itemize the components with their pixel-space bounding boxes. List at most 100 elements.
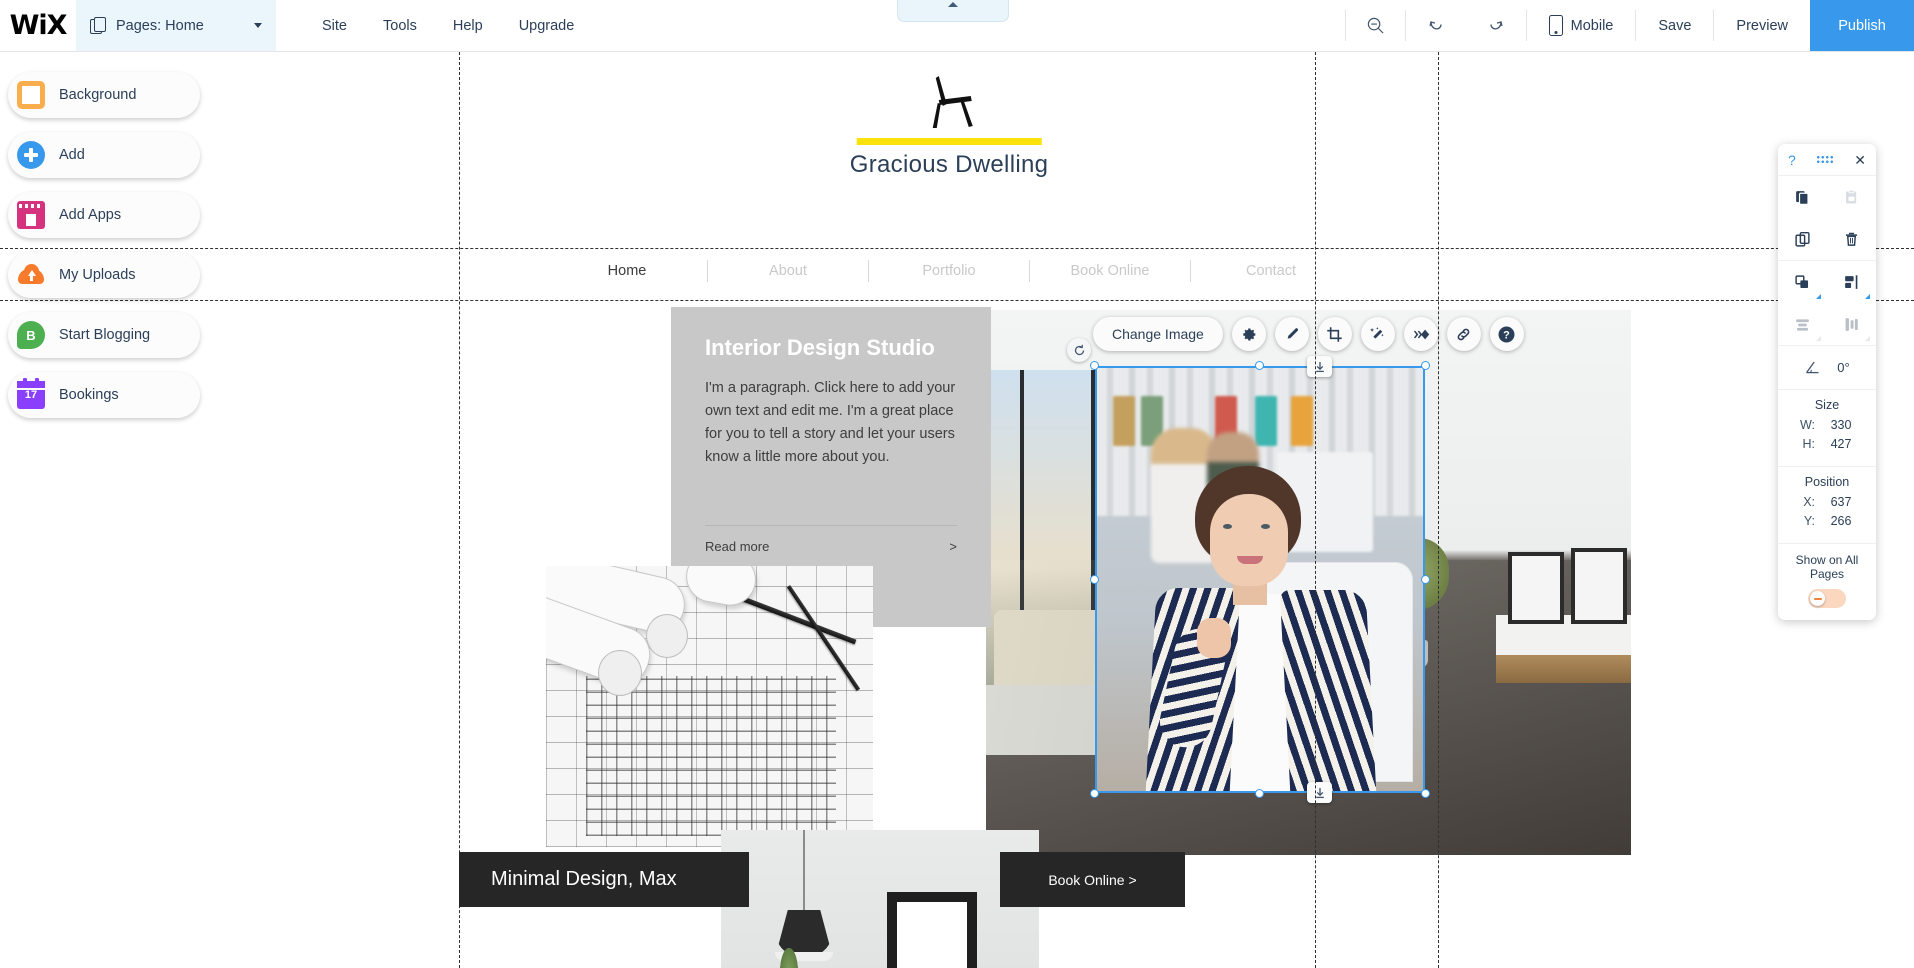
zoom-out-button[interactable]	[1346, 0, 1405, 51]
read-more-link[interactable]: Read more >	[705, 539, 957, 554]
show-on-all-pages-label: Show on All Pages	[1795, 553, 1859, 581]
height-value[interactable]: 427	[1821, 437, 1861, 451]
guide-right	[1438, 52, 1439, 968]
collapse-toolbar-tab[interactable]	[897, 0, 1009, 22]
delete-button[interactable]	[1827, 218, 1876, 260]
nav-link-home[interactable]: Home	[547, 263, 707, 279]
sidebar-item-add[interactable]: Add	[8, 132, 200, 178]
image-link-button[interactable]	[1446, 317, 1481, 351]
panel-help-icon[interactable]: ?	[1788, 152, 1796, 168]
y-value[interactable]: 266	[1821, 514, 1861, 528]
nav-link-contact[interactable]: Contact	[1191, 263, 1351, 279]
blueprint-plan-detail	[586, 676, 836, 836]
nav-link-portfolio[interactable]: Portfolio	[869, 263, 1029, 279]
lamp-cord-detail	[803, 830, 805, 912]
show-on-all-pages-section: Show on All Pages	[1778, 543, 1876, 620]
resize-handle-s[interactable]	[1255, 789, 1264, 798]
image-effects-button[interactable]	[1360, 317, 1395, 351]
distribute-vertical-button[interactable]	[1827, 303, 1876, 345]
x-value[interactable]: 637	[1821, 495, 1861, 509]
stretch-handle-top[interactable]	[1307, 356, 1332, 377]
interior-frame-image[interactable]	[721, 830, 1039, 968]
preview-button[interactable]: Preview	[1714, 0, 1810, 51]
link-icon	[1457, 328, 1470, 340]
arrange-button[interactable]	[1778, 261, 1827, 303]
book-online-button[interactable]: Book Online >	[1000, 852, 1185, 907]
redo-button[interactable]	[1466, 0, 1526, 51]
duplicate-button[interactable]	[1778, 218, 1827, 260]
show-on-all-pages-toggle[interactable]	[1808, 589, 1846, 608]
blueprint-image[interactable]	[546, 566, 873, 847]
resize-handle-w[interactable]	[1090, 575, 1099, 584]
resize-handle-se[interactable]	[1421, 789, 1430, 798]
publish-button[interactable]: Publish	[1810, 0, 1914, 51]
undo-button[interactable]	[1406, 0, 1466, 51]
resize-handle-nw[interactable]	[1090, 361, 1099, 370]
image-settings-button[interactable]	[1231, 317, 1266, 351]
editor-canvas[interactable]: Gracious Dwelling Home About Portfolio B…	[0, 52, 1914, 968]
resize-handle-n[interactable]	[1255, 361, 1264, 370]
headline-banner[interactable]: Minimal Design, Max	[459, 852, 749, 907]
image-help-button[interactable]: ?	[1489, 317, 1524, 351]
submenu-indicator-icon	[1865, 336, 1870, 341]
width-value[interactable]: 330	[1821, 418, 1861, 432]
sidebar-item-add-apps[interactable]: Add Apps	[8, 192, 200, 238]
rotation-control[interactable]: 0°	[1778, 345, 1876, 389]
resize-handle-e[interactable]	[1421, 575, 1430, 584]
arrange-layers-icon	[1795, 274, 1809, 288]
resize-handle-ne[interactable]	[1421, 361, 1430, 370]
rotate-handle[interactable]	[1067, 338, 1091, 362]
image-context-toolbar: Change Image ?	[1093, 317, 1524, 351]
mobile-label: Mobile	[1570, 17, 1614, 34]
sidebar-item-label: My Uploads	[59, 267, 136, 283]
mobile-view-button[interactable]: Mobile	[1527, 0, 1636, 51]
menu-item-tools[interactable]: Tools	[365, 0, 435, 51]
sidebar-item-bookings[interactable]: 17 Bookings	[8, 372, 200, 418]
distribute-horizontal-button[interactable]	[1778, 303, 1827, 345]
panel-close-icon[interactable]: ✕	[1854, 153, 1866, 167]
site-logo[interactable]: Gracious Dwelling	[850, 70, 1049, 179]
jacket-right-detail	[1279, 590, 1377, 793]
top-toolbar-right: Mobile Save Preview Publish	[1344, 0, 1914, 51]
mouth-detail	[1237, 556, 1263, 564]
nav-link-about[interactable]: About	[708, 263, 868, 279]
guide-left	[459, 52, 460, 968]
wix-logo[interactable]: WiX	[0, 0, 76, 51]
sidebar-item-background[interactable]: Background	[8, 72, 200, 118]
resize-handle-sw[interactable]	[1090, 789, 1099, 798]
book-detail	[1255, 396, 1277, 446]
calendar-day-number: 17	[24, 389, 38, 401]
wall-frame-detail	[1508, 552, 1564, 624]
change-image-button[interactable]: Change Image	[1093, 317, 1223, 351]
picture-frame-detail	[887, 892, 977, 968]
left-sidebar: Background Add Add Apps My Uploads B Sta…	[8, 72, 208, 432]
align-button[interactable]	[1827, 261, 1876, 303]
menu-item-upgrade[interactable]: Upgrade	[501, 0, 593, 51]
distribute-vertical-icon	[1845, 317, 1858, 331]
paper-roll-end-detail	[646, 614, 688, 658]
save-button[interactable]: Save	[1636, 0, 1713, 51]
menu-item-help[interactable]: Help	[435, 0, 501, 51]
menu-item-site[interactable]: Site	[304, 0, 365, 51]
copy-button[interactable]	[1778, 176, 1827, 218]
zoom-out-icon	[1367, 17, 1384, 34]
panel-drag-handle-icon[interactable]	[1816, 155, 1835, 164]
paste-button[interactable]	[1827, 176, 1876, 218]
text-block-paragraph: I'm a paragraph. Click here to add your …	[705, 380, 956, 465]
nav-link-book-online[interactable]: Book Online	[1030, 263, 1190, 279]
chair-icon	[932, 76, 973, 128]
site-navigation: Home About Portfolio Book Online Contact	[459, 250, 1439, 292]
image-animation-button[interactable]	[1403, 317, 1438, 351]
image-edit-button[interactable]	[1274, 317, 1309, 351]
selected-image-element[interactable]	[1067, 338, 1430, 803]
crop-icon	[1327, 326, 1343, 342]
sidebar-item-my-uploads[interactable]: My Uploads	[8, 252, 200, 298]
settings-gear-icon	[1243, 327, 1256, 341]
image-crop-button[interactable]	[1317, 317, 1352, 351]
pages-dropdown-button[interactable]: Pages: Home	[76, 0, 276, 51]
chevron-up-icon	[948, 2, 958, 7]
stretch-handle-bottom[interactable]	[1307, 782, 1332, 803]
sidebar-item-start-blogging[interactable]: B Start Blogging	[8, 312, 200, 358]
size-section: Size W: 330 H: 427	[1778, 389, 1876, 466]
svg-text:?: ?	[1504, 329, 1511, 341]
